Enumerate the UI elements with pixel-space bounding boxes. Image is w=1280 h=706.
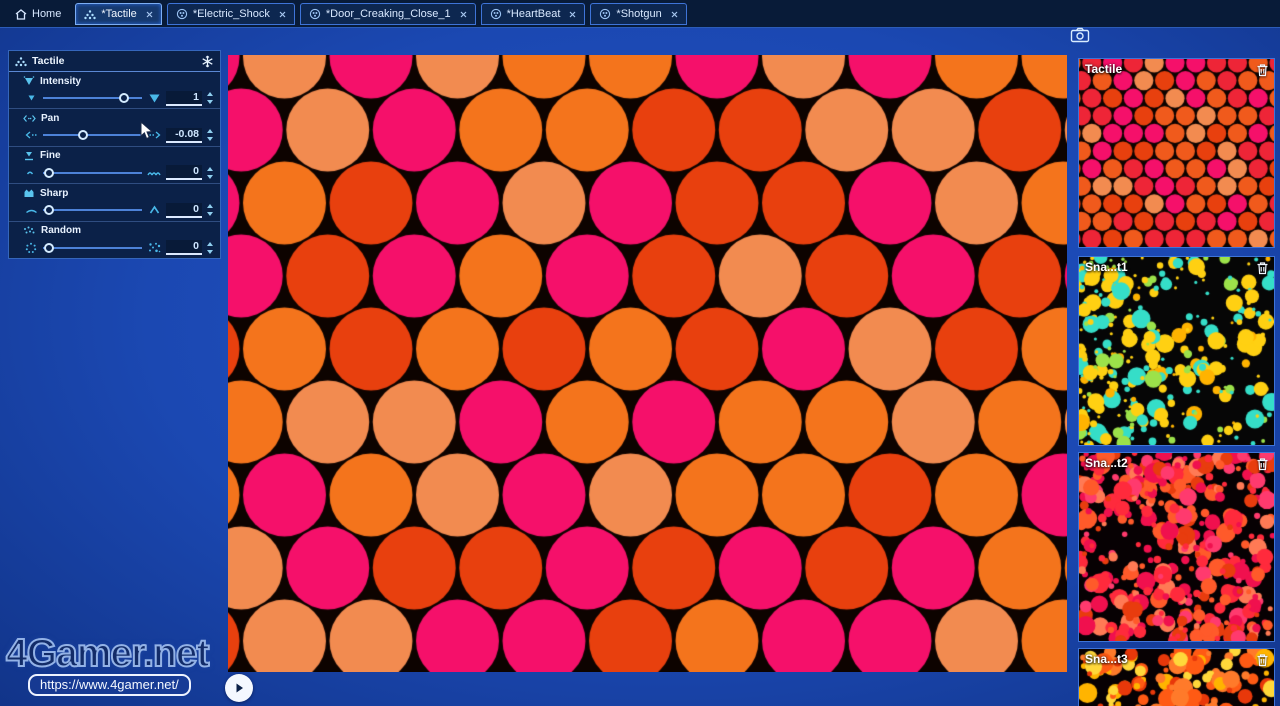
trash-icon[interactable] xyxy=(1256,653,1269,667)
param-name: Fine xyxy=(40,150,61,161)
app-window: Home *Tactile *Electric_Shock xyxy=(0,0,1280,706)
close-icon[interactable] xyxy=(460,11,467,18)
random-min-icon xyxy=(23,242,39,254)
slider-handle[interactable] xyxy=(119,93,129,103)
pattern-canvas[interactable] xyxy=(228,55,1067,672)
sharp-spinner[interactable] xyxy=(206,203,214,217)
watermark-url: https://www.4gamer.net/ xyxy=(28,674,191,696)
tab-bar: Home *Tactile *Electric_Shock xyxy=(0,0,1280,28)
pan-value[interactable]: -0.08 xyxy=(166,128,202,143)
slider-handle[interactable] xyxy=(78,130,88,140)
tab-heartbeat[interactable]: *HeartBeat xyxy=(481,3,586,25)
pan-spinner[interactable] xyxy=(206,128,214,142)
tab-shotgun[interactable]: *Shotgun xyxy=(590,3,686,25)
effect-properties-panel: Tactile Intensity xyxy=(8,50,221,259)
haptic-clip-icon xyxy=(309,8,321,20)
fine-value[interactable]: 0 xyxy=(166,165,202,180)
trash-icon[interactable] xyxy=(1256,457,1269,471)
home-icon xyxy=(15,9,27,20)
random-value[interactable]: 0 xyxy=(166,240,202,255)
tab-home[interactable]: Home xyxy=(6,3,70,25)
tab-label: *HeartBeat xyxy=(507,8,561,20)
random-icon xyxy=(23,226,36,236)
random-max-icon xyxy=(146,242,162,253)
snapshot-thumbnail-t3[interactable]: Sna...t3 xyxy=(1078,648,1275,706)
tactile-dots-icon xyxy=(15,56,27,67)
fine-icon xyxy=(23,151,35,161)
thumbnail-label: Sna...t1 xyxy=(1085,260,1128,274)
snapshot-thumbnail-t1[interactable]: Sna...t1 xyxy=(1078,256,1275,446)
slider-handle[interactable] xyxy=(44,168,54,178)
fine-slider[interactable] xyxy=(43,166,142,180)
pan-left-icon xyxy=(23,131,39,139)
intensity-value[interactable]: 1 xyxy=(166,91,202,106)
pattern-canvas xyxy=(1079,453,1274,641)
tactile-dots-icon xyxy=(84,9,96,20)
haptic-clip-icon xyxy=(490,8,502,20)
thumbnail-label: Tactile xyxy=(1085,62,1122,76)
thumbnail-label: Sna...t3 xyxy=(1085,652,1128,666)
play-button[interactable] xyxy=(225,674,253,702)
fine-spinner[interactable] xyxy=(206,166,214,180)
snowflake-icon[interactable] xyxy=(201,55,214,68)
fine-max-icon xyxy=(146,168,162,177)
sharp-value[interactable]: 0 xyxy=(166,203,202,218)
snapshot-thumbnail-tactile[interactable]: Tactile xyxy=(1078,58,1275,248)
panel-header: Tactile xyxy=(9,51,220,72)
pattern-canvas xyxy=(1079,257,1274,445)
tab-label: *Tactile xyxy=(101,8,136,20)
tab-label: *Door_Creaking_Close_1 xyxy=(326,8,451,20)
tab-label: Home xyxy=(32,8,61,20)
close-icon[interactable] xyxy=(146,11,153,18)
pan-right-icon xyxy=(146,131,162,139)
intensity-min-icon xyxy=(23,94,39,102)
intensity-max-icon xyxy=(146,93,162,104)
random-spinner[interactable] xyxy=(206,241,214,255)
snapshot-camera-button[interactable] xyxy=(1068,25,1092,45)
param-section-fine: Fine 0 xyxy=(9,147,220,184)
param-section-intensity: Intensity 1 xyxy=(9,72,220,109)
watermark-title: 4Gamer.net xyxy=(6,632,208,676)
param-name: Pan xyxy=(41,113,59,124)
param-section-sharp: Sharp 0 xyxy=(9,184,220,221)
panel-title: Tactile xyxy=(32,55,64,67)
watermark: 4Gamer.net https://www.4gamer.net/ xyxy=(6,632,208,696)
param-name: Sharp xyxy=(40,188,68,199)
slider-handle[interactable] xyxy=(44,205,54,215)
haptic-pattern-canvas[interactable] xyxy=(228,55,1067,672)
param-name: Intensity xyxy=(40,76,81,87)
slider-handle[interactable] xyxy=(44,243,54,253)
snapshot-thumbnail-t2[interactable]: Sna...t2 xyxy=(1078,452,1275,642)
close-icon[interactable] xyxy=(279,11,286,18)
sharp-icon xyxy=(23,188,35,198)
param-name: Random xyxy=(41,225,81,236)
random-slider[interactable] xyxy=(43,241,142,255)
haptic-clip-icon xyxy=(176,8,188,20)
pan-icon xyxy=(23,114,36,123)
intensity-slider[interactable] xyxy=(43,91,142,105)
tab-electric-shock[interactable]: *Electric_Shock xyxy=(167,3,295,25)
haptic-clip-icon xyxy=(599,8,611,20)
sharp-slider[interactable] xyxy=(43,203,142,217)
play-icon xyxy=(233,682,245,694)
thumbnail-label: Sna...t2 xyxy=(1085,456,1128,470)
tab-label: *Shotgun xyxy=(616,8,661,20)
sharp-max-icon xyxy=(146,205,162,215)
tab-door-creaking-close-1[interactable]: *Door_Creaking_Close_1 xyxy=(300,3,476,25)
tab-label: *Electric_Shock xyxy=(193,8,270,20)
sharp-min-icon xyxy=(23,206,39,215)
intensity-icon xyxy=(23,76,35,86)
trash-icon[interactable] xyxy=(1256,63,1269,77)
close-icon[interactable] xyxy=(569,11,576,18)
pan-slider[interactable] xyxy=(43,128,142,142)
trash-icon[interactable] xyxy=(1256,261,1269,275)
tab-tactile[interactable]: *Tactile xyxy=(75,3,161,25)
camera-icon xyxy=(1070,27,1090,43)
intensity-spinner[interactable] xyxy=(206,91,214,105)
param-section-pan: Pan -0.08 xyxy=(9,109,220,146)
close-icon[interactable] xyxy=(671,11,678,18)
param-section-random: Random 0 xyxy=(9,222,220,258)
fine-min-icon xyxy=(23,168,39,177)
pattern-canvas xyxy=(1079,59,1274,247)
